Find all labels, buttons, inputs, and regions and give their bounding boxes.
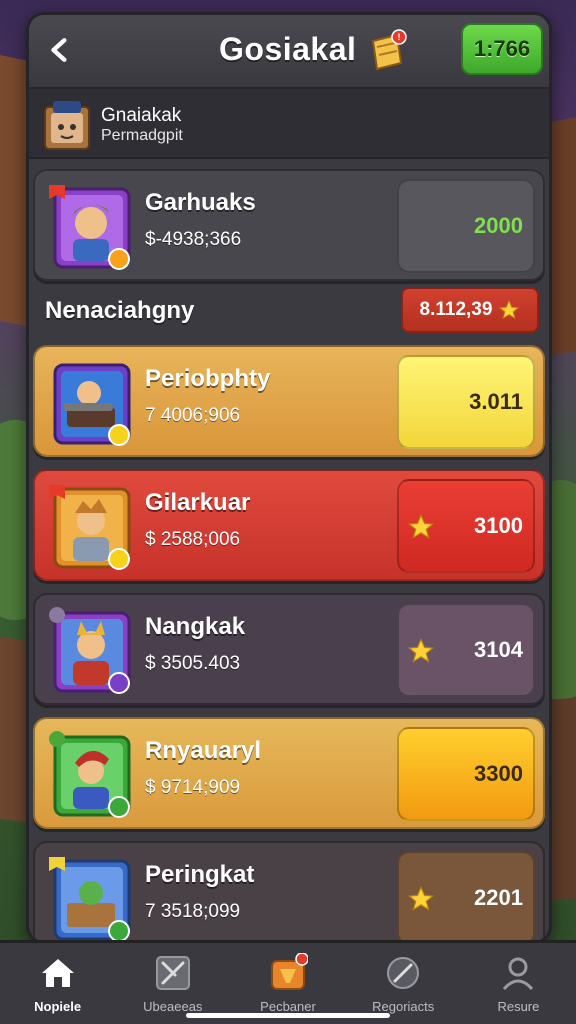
home-icon	[41, 959, 74, 987]
hero-portrait-icon	[49, 485, 131, 570]
section-badge-value: 8.112,39	[419, 299, 493, 320]
item-portrait-icon	[49, 857, 131, 941]
hero-portrait-icon	[49, 185, 131, 270]
coin-balance-button[interactable]: 1:766	[461, 23, 543, 75]
profile-icon	[503, 957, 534, 991]
row-name: Rnyauaryl	[145, 737, 262, 764]
row-value-box[interactable]: 3.011	[397, 355, 535, 449]
featured-value-box[interactable]: 2000	[397, 179, 535, 273]
compass-icon	[387, 957, 420, 989]
row-price: 7 4006;906	[145, 405, 241, 426]
home-indicator	[186, 1013, 390, 1018]
ranking-row[interactable]: Rnyauaryl $ 9714;909 3300	[33, 717, 545, 829]
row-price: 7 3518;099	[145, 901, 241, 922]
ranking-row[interactable]: Periobphty 7 4006;906 3.011	[33, 345, 545, 457]
row-value-box[interactable]: 3104	[397, 603, 535, 697]
row-value: 3104	[474, 637, 523, 662]
row-name: Periobphty	[145, 365, 271, 392]
profile-subtitle: Permadgpit	[101, 127, 183, 144]
nav-item-shop[interactable]: Pecbaner	[230, 943, 345, 1024]
row-name: Gilarkuar	[145, 489, 251, 516]
featured-card[interactable]: Garhuaks $-4938;366 2000	[33, 169, 545, 281]
star-icon	[499, 299, 520, 320]
profile-strip[interactable]: Gnaiakak Permadgpit	[29, 87, 549, 159]
bottom-nav: Nopiele Ubeaeeas Pecbaner Regoriacts Res…	[0, 940, 576, 1024]
nav-label: Pecbaner	[260, 999, 316, 1014]
hero-portrait-icon	[49, 607, 131, 694]
section-title: Nenaciahgny	[45, 297, 195, 324]
star-icon	[407, 637, 435, 663]
row-value: 2201	[474, 885, 523, 910]
avatar	[44, 101, 90, 150]
section-badge[interactable]: 8.112,39	[401, 287, 539, 333]
featured-value: 2000	[474, 213, 523, 238]
nav-item-reports[interactable]: Regoriacts	[346, 943, 461, 1024]
row-value-box[interactable]: 3100	[397, 479, 535, 573]
row-price: $ 9714;909	[145, 777, 241, 798]
row-name: Nangkak	[145, 613, 246, 640]
profile-name: Gnaiakak	[101, 105, 182, 126]
hero-portrait-icon	[53, 363, 131, 446]
ranking-panel: Gosiakal ! 1:766 Gnaiakak Permadgpit Gar…	[26, 12, 552, 944]
star-icon	[407, 885, 435, 911]
hero-portrait-icon	[49, 731, 131, 818]
row-value-box[interactable]: 3300	[397, 727, 535, 821]
svg-text:!: !	[398, 32, 401, 42]
nav-item-profile[interactable]: Resure	[461, 943, 576, 1024]
shop-icon	[271, 953, 308, 990]
star-icon	[407, 513, 435, 539]
nav-label: Ubeaeeas	[143, 999, 203, 1014]
row-value-box[interactable]: 2201	[397, 851, 535, 941]
header-bar: Gosiakal ! 1:766	[29, 15, 549, 85]
row-price: $ 3505.403	[145, 653, 241, 674]
nav-label: Nopiele	[34, 999, 82, 1014]
ranking-row[interactable]: Nangkak $ 3505.403 3104	[33, 593, 545, 705]
chevron-left-icon	[51, 38, 67, 62]
nav-label: Regoriacts	[372, 999, 435, 1014]
nav-label: Resure	[497, 999, 540, 1014]
row-price: $ 2588;006	[145, 529, 241, 550]
row-name: Peringkat	[145, 861, 255, 888]
ranking-row[interactable]: Peringkat 7 3518;099 2201	[33, 841, 545, 941]
nav-item-home[interactable]: Nopiele	[0, 943, 115, 1024]
scroll-badge-icon[interactable]: !	[367, 29, 407, 73]
featured-price: $-4938;366	[145, 229, 242, 250]
featured-name: Garhuaks	[145, 189, 256, 216]
page-title: Gosiakal	[219, 31, 357, 67]
row-value: 3100	[474, 513, 523, 538]
nav-item-battles[interactable]: Ubeaeeas	[115, 943, 230, 1024]
row-value: 3.011	[469, 389, 523, 414]
row-value: 3300	[474, 761, 523, 786]
back-button[interactable]	[39, 29, 81, 71]
ranking-row[interactable]: Gilarkuar $ 2588;006 3100	[33, 469, 545, 581]
swords-icon	[155, 956, 190, 990]
